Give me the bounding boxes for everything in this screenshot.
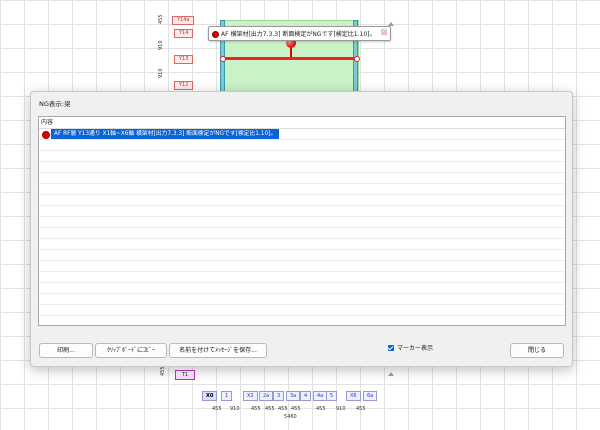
x-total-dimension: 5460	[284, 414, 297, 420]
y-axis-tag[interactable]: Y14a	[172, 16, 195, 25]
x-dimension-label: 455	[278, 406, 288, 412]
list-item-text[interactable]: AF RF層 Y13通り X1軸~X6軸 横架材[出力7.3.3] 断面検定がN…	[51, 129, 280, 139]
close-icon[interactable]: ×	[380, 29, 387, 35]
x-dimension-label: 455	[212, 406, 222, 412]
list-item-empty	[39, 294, 565, 305]
list-item-empty	[39, 305, 565, 316]
x-dimension-label: 455	[356, 406, 366, 412]
y-dimension-label: 910	[158, 40, 164, 50]
marker-display-checkbox[interactable]	[388, 345, 394, 351]
ng-beam[interactable]	[223, 57, 357, 60]
beam-node	[220, 56, 226, 62]
tooltip-text: AF 横架材[出力7.3.3] 断面検定がNGです[検定比1.10]。	[221, 31, 376, 38]
list-item-empty	[39, 173, 565, 184]
list-item-empty	[39, 261, 565, 272]
x-axis-tag[interactable]: 4	[300, 391, 312, 401]
x-axis-tag[interactable]: X6	[346, 391, 361, 401]
y-axis-tag[interactable]: Y13	[174, 55, 194, 64]
list-item-empty	[39, 151, 565, 162]
x-dimension-label: 455	[265, 406, 275, 412]
ng-dot-icon	[42, 131, 50, 139]
ng-dot-icon	[212, 31, 219, 38]
ng-list[interactable]: 内容 AF RF層 Y13通り X1軸~X6軸 横架材[出力7.3.3] 断面検…	[38, 116, 566, 326]
save-message-button[interactable]: 名前を付けてﾒｯｾｰｼﾞを保存...	[169, 343, 267, 358]
y-axis-tag[interactable]: Y14	[174, 29, 194, 38]
dialog-title: NG表示:梁	[39, 100, 71, 108]
x-axis-tag[interactable]: 3	[273, 391, 285, 401]
list-item-empty	[39, 316, 565, 325]
ng-tooltip: AF 横架材[出力7.3.3] 断面検定がNGです[検定比1.10]。 ×	[208, 26, 391, 41]
list-item-empty	[39, 162, 565, 173]
y-dimension-label: 455	[158, 14, 164, 24]
x-axis-tag[interactable]: 6a	[363, 391, 378, 401]
x-dimension-label: 455	[291, 406, 301, 412]
list-item[interactable]: AF RF層 Y13通り X1軸~X6軸 横架材[出力7.3.3] 断面検定がN…	[39, 129, 565, 140]
list-item-empty	[39, 184, 565, 195]
marker-display-label[interactable]: マーカー表示	[397, 343, 433, 352]
y-dimension-label: 455	[160, 366, 166, 376]
y-dimension-label: 910	[158, 68, 164, 78]
list-item-empty	[39, 195, 565, 206]
copy-to-clipboard-button[interactable]: ｸﾘｯﾌﾟﾎﾞｰﾄﾞにｺﾋﾟｰ	[95, 343, 167, 358]
list-item-empty	[39, 283, 565, 294]
x-axis-tag[interactable]: 1	[221, 391, 233, 401]
list-item-empty	[39, 140, 565, 151]
x-dimension-label: 910	[230, 406, 240, 412]
ng-marker-stem	[290, 48, 292, 57]
print-button[interactable]: 印刷...	[39, 343, 93, 358]
list-item-empty	[39, 206, 565, 217]
list-item-empty	[39, 228, 565, 239]
x-axis-tag[interactable]: 2a	[259, 391, 274, 401]
zigzag-mark	[388, 372, 394, 376]
x-dimension-label: 910	[336, 406, 346, 412]
column-header-content[interactable]: 内容	[39, 117, 565, 129]
t-tag[interactable]: T1	[175, 370, 195, 380]
x-axis-tag[interactable]: X0	[202, 391, 218, 401]
list-item-empty	[39, 217, 565, 228]
x-axis-tag[interactable]: 5	[326, 391, 338, 401]
ng-dialog: NG表示:梁 内容 AF RF層 Y13通り X1軸~X6軸 横架材[出力7.3…	[30, 91, 573, 367]
list-item-empty	[39, 272, 565, 283]
list-item-empty	[39, 250, 565, 261]
x-axis-tag[interactable]: 3a	[286, 391, 301, 401]
y-axis-tag[interactable]: Y12	[174, 81, 194, 90]
beam-node	[354, 56, 360, 62]
list-item-empty	[39, 239, 565, 250]
x-dimension-label: 455	[251, 406, 261, 412]
close-button[interactable]: 閉じる	[510, 343, 564, 358]
x-dimension-label: 455	[316, 406, 326, 412]
x-axis-tag[interactable]: X2	[243, 391, 258, 401]
